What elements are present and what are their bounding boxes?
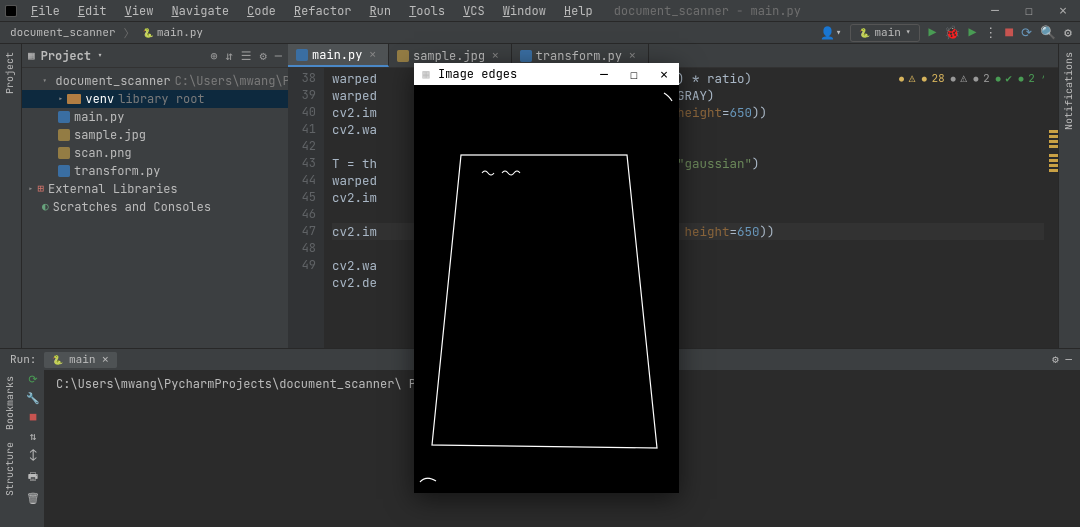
window-title-project: document_scanner - main.py	[614, 3, 801, 19]
menu-file[interactable]: File	[22, 0, 69, 22]
ok-counter[interactable]: ✔ 2 ^	[996, 72, 1048, 86]
close-icon[interactable]: ✕	[629, 49, 636, 63]
stop-run-icon[interactable]: ■	[30, 411, 37, 425]
options-icon[interactable]: ⚙	[260, 48, 267, 64]
tab-main[interactable]: main.py✕	[288, 44, 389, 67]
menu-help[interactable]: Help	[555, 0, 602, 22]
collapse-all-icon[interactable]: ☰	[241, 48, 252, 64]
left-tool-strip: Project	[0, 44, 22, 348]
right-tool-strip: Notifications	[1058, 44, 1080, 348]
image-canvas	[414, 85, 679, 493]
tree-external-libs[interactable]: ▸⊞External Libraries	[22, 180, 288, 198]
sidetab-notifications[interactable]: Notifications	[1059, 44, 1078, 138]
rerun-icon[interactable]: ⟳	[28, 373, 37, 387]
image-window-title: Image edges	[438, 66, 589, 82]
close-icon[interactable]: ✕	[649, 66, 679, 83]
sidetab-bookmarks[interactable]: Bookmarks	[0, 370, 19, 436]
menu-edit[interactable]: Edit	[69, 0, 116, 22]
scroll-end-icon[interactable]: ↕	[30, 449, 37, 463]
left-tool-strip-lower: Bookmarks Structure	[0, 370, 22, 527]
close-icon[interactable]: ✕	[369, 48, 376, 62]
expand-all-icon[interactable]: ⇵	[226, 48, 233, 64]
crumb-root[interactable]: document_scanner	[6, 26, 120, 40]
modify-options-icon[interactable]: 🔧	[26, 392, 40, 406]
menu-window[interactable]: Window	[494, 0, 555, 22]
image-window[interactable]: ▦ Image edges — ☐ ✕	[414, 63, 679, 493]
run-config-selector[interactable]: main ▾	[850, 24, 920, 42]
line-number-gutter: 383940414243444546474849	[288, 68, 324, 348]
soft-wrap-icon[interactable]: ⇅	[30, 430, 37, 444]
project-header-title: Project	[41, 48, 91, 64]
menu-vcs[interactable]: VCS	[454, 0, 494, 22]
settings-icon[interactable]: ⚙	[1064, 24, 1072, 41]
stop-button[interactable]: ■	[1005, 24, 1013, 41]
tree-file-main[interactable]: main.py	[22, 108, 288, 126]
ide-logo	[0, 0, 22, 22]
sidetab-structure[interactable]: Structure	[0, 436, 19, 502]
run-action-bar: ⟳ 🔧 ■ ⇅ ↕ 🖶 🗑	[22, 370, 44, 527]
menu-navigate[interactable]: Navigate	[162, 0, 238, 22]
print-icon[interactable]: 🖶	[28, 468, 38, 487]
run-label: Run:	[10, 353, 36, 367]
debug-button[interactable]: 🐞	[944, 24, 960, 41]
image-window-titlebar[interactable]: ▦ Image edges — ☐ ✕	[414, 63, 679, 85]
warnings-counter[interactable]: ⚠ 28	[899, 72, 945, 86]
navigation-bar: document_scanner 〉 main.py 👤▾ main ▾ ▶ 🐞…	[0, 22, 1080, 44]
menu-run[interactable]: Run	[360, 0, 400, 22]
minimize-icon[interactable]: —	[589, 66, 619, 83]
inspection-widget[interactable]: ⚠ 28 ⚠ 2 ✔ 2 ^	[899, 72, 1048, 86]
more-run-button[interactable]: ⋮	[984, 24, 997, 41]
menu-tools[interactable]: Tools	[400, 0, 454, 22]
close-button[interactable]: ✕	[1046, 0, 1080, 22]
gear-icon[interactable]: ⚙ —	[1052, 353, 1072, 367]
project-view-dropdown[interactable]: ▾	[97, 49, 103, 62]
crumb-file[interactable]: main.py	[139, 26, 207, 40]
title-bar: File Edit View Navigate Code Refactor Ru…	[0, 0, 1080, 22]
tree-root[interactable]: ▾ document_scanner C:\Users\mwang\Pychar…	[22, 72, 288, 90]
run-button[interactable]: ▶	[928, 24, 936, 41]
tree-file-sample[interactable]: sample.jpg	[22, 126, 288, 144]
menu-view[interactable]: View	[116, 0, 163, 22]
minimize-button[interactable]: —	[978, 0, 1012, 22]
tree-scratches[interactable]: ◐Scratches and Consoles	[22, 198, 288, 216]
project-tool-icon: ▦	[28, 49, 35, 63]
run-config-tab[interactable]: main ✕	[44, 352, 116, 368]
hide-panel-icon[interactable]: —	[275, 48, 282, 64]
close-icon[interactable]: ✕	[492, 49, 499, 63]
coverage-button[interactable]: ▶	[968, 24, 976, 41]
project-tree: ▾ document_scanner C:\Users\mwang\Pychar…	[22, 68, 288, 220]
trash-icon[interactable]: 🗑	[26, 492, 40, 506]
search-icon[interactable]: 🔍	[1040, 24, 1056, 41]
main-menu: File Edit View Navigate Code Refactor Ru…	[22, 0, 602, 22]
user-icon[interactable]: 👤▾	[820, 25, 842, 41]
crumb-sep-icon: 〉	[124, 25, 135, 41]
tree-venv[interactable]: ▸ venv library root	[22, 90, 288, 108]
update-button[interactable]: ⟳	[1021, 24, 1032, 41]
maximize-button[interactable]: ☐	[1012, 0, 1046, 22]
select-opened-icon[interactable]: ⊕	[210, 48, 217, 64]
menu-code[interactable]: Code	[238, 0, 285, 22]
menu-refactor[interactable]: Refactor	[285, 0, 361, 22]
tree-file-transform[interactable]: transform.py	[22, 162, 288, 180]
typos-counter[interactable]: ⚠ 2	[951, 72, 990, 86]
maximize-icon[interactable]: ☐	[619, 66, 649, 83]
sidetab-project[interactable]: Project	[0, 44, 19, 102]
project-tool-window: ▦ Project ▾ ⊕ ⇵ ☰ ⚙ — ▾ document_scanner…	[22, 44, 288, 348]
app-icon: ▦	[414, 66, 438, 82]
tree-file-scan[interactable]: scan.png	[22, 144, 288, 162]
